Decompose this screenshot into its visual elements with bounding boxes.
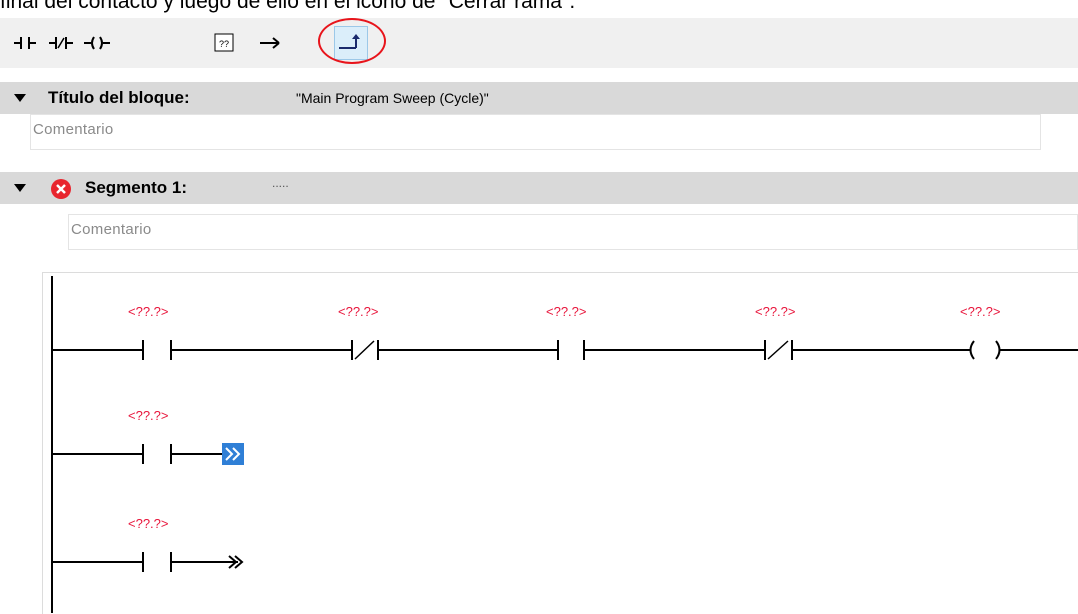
open-branch-button[interactable] — [254, 26, 288, 60]
operand-label[interactable]: <??.?> — [338, 304, 379, 319]
operand-label[interactable]: <??.?> — [128, 408, 169, 423]
segment-comment-field[interactable]: Comentario — [68, 214, 1078, 250]
coil-button[interactable] — [80, 26, 114, 60]
segment-title-label: Segmento 1: — [85, 178, 188, 197]
block-comment-field[interactable]: Comentario — [30, 114, 1041, 150]
close-branch-icon — [339, 34, 360, 49]
empty-box-button[interactable]: ?? — [208, 26, 242, 60]
empty-box-label: ?? — [219, 39, 229, 49]
operand-label[interactable]: <??.?> — [128, 304, 169, 319]
collapse-arrow-icon[interactable] — [14, 184, 26, 194]
contact-nc-button[interactable] — [44, 26, 78, 60]
operand-label[interactable]: <??.?> — [755, 304, 796, 319]
ladder-toolbar: ?? — [0, 18, 1078, 68]
operand-label[interactable]: <??.?> — [960, 304, 1001, 319]
ladder-network — [42, 272, 1078, 614]
contact-no-button[interactable] — [8, 26, 42, 60]
error-icon — [51, 179, 71, 199]
empty-box-icon: ?? — [214, 33, 234, 52]
segment-title-value[interactable]: ..... — [272, 176, 289, 190]
block-title-header: Título del bloque: "Main Program Sweep (… — [0, 82, 1078, 114]
segment-header: Segmento 1: ..... — [0, 172, 1078, 204]
operand-label[interactable]: <??.?> — [128, 516, 169, 531]
contact-no-icon — [14, 37, 36, 49]
coil-icon — [84, 36, 110, 50]
close-branch-button[interactable] — [334, 26, 368, 60]
block-title-label: Título del bloque: — [48, 88, 190, 107]
instruction-caption: final del contacto y luego de ello en el… — [0, 0, 576, 13]
collapse-arrow-icon[interactable] — [14, 94, 26, 104]
open-branch-icon — [260, 37, 280, 49]
contact-nc-icon — [49, 37, 73, 49]
block-title-value[interactable]: "Main Program Sweep (Cycle)" — [296, 90, 489, 106]
operand-label[interactable]: <??.?> — [546, 304, 587, 319]
